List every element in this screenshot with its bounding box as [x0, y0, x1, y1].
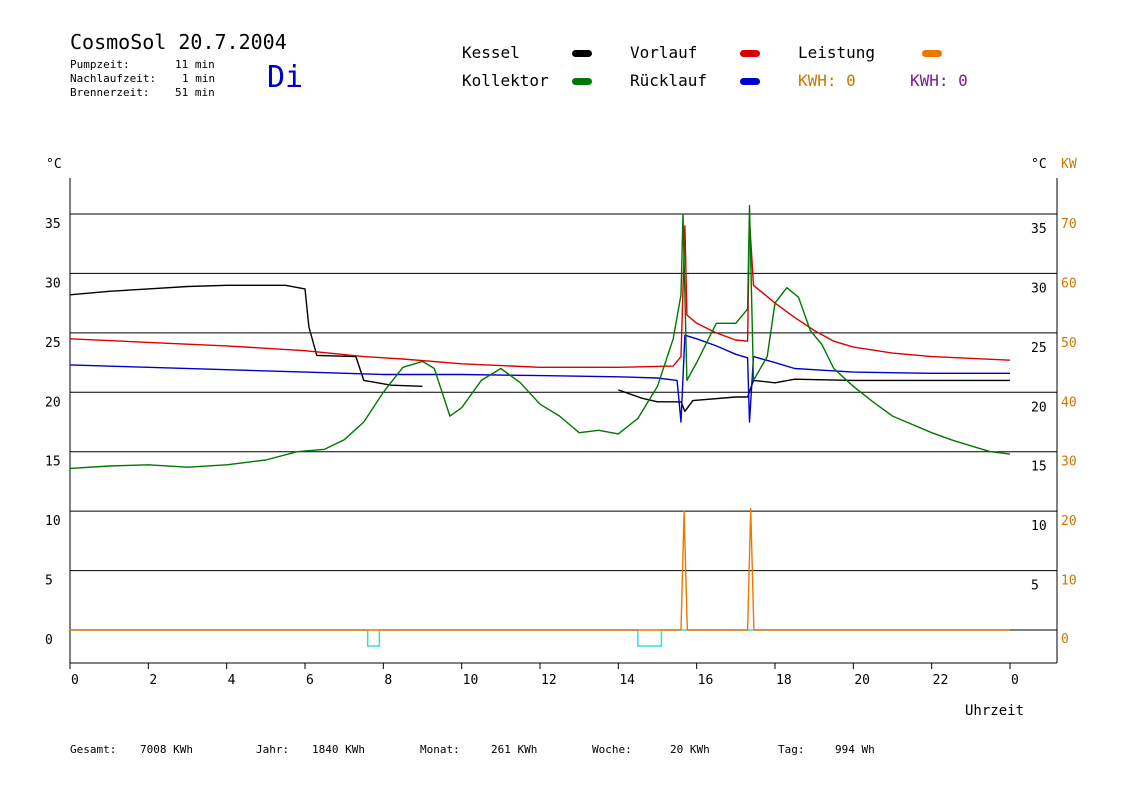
x-tick-label: 0: [1011, 673, 1019, 688]
footer-label: Gesamt:: [70, 743, 117, 756]
y-tick-right-kw: 20: [1061, 514, 1077, 529]
y-tick-right-kw: 70: [1061, 217, 1077, 232]
x-tick-label: 4: [228, 673, 236, 688]
y-tick-right-c: 35: [1031, 222, 1047, 237]
y-tick-right-kw: 0: [1061, 632, 1069, 647]
y-tick-left: 35: [45, 217, 61, 232]
x-tick-label: 14: [619, 673, 635, 688]
x-tick-label: 6: [306, 673, 314, 688]
x-axis-label: Uhrzeit: [965, 703, 1024, 719]
y-tick-left: 5: [45, 574, 53, 589]
y-tick-right-kw: 30: [1061, 455, 1077, 470]
x-tick-label: 12: [541, 673, 557, 688]
y-tick-left: 15: [45, 455, 61, 470]
x-tick-label: 20: [854, 673, 870, 688]
y-tick-right-c: 15: [1031, 460, 1047, 475]
y-tick-left: 25: [45, 336, 61, 351]
footer-value: 20 KWh: [670, 743, 710, 756]
footer-label: Jahr:: [256, 743, 290, 756]
x-tick-label: 2: [149, 673, 157, 688]
y-tick-right-c: 25: [1031, 341, 1047, 356]
y-axis-unit-right-c: °C: [1031, 157, 1047, 172]
y-axis-unit-right-kw: KW: [1061, 157, 1077, 172]
footer-value: 994 Wh: [835, 743, 875, 756]
y-tick-left: 20: [45, 395, 61, 410]
y-tick-right-kw: 40: [1061, 395, 1077, 410]
footer-label: Monat:: [420, 743, 460, 756]
footer-value: 261 KWh: [491, 743, 538, 756]
y-tick-right-kw: 50: [1061, 336, 1077, 351]
footer-value: 7008 KWh: [140, 743, 193, 756]
series-line-vorlauf: [69, 219, 1011, 368]
y-tick-right-c: 20: [1031, 400, 1047, 415]
series-line-kollektor: [69, 205, 1011, 470]
x-tick-label: 16: [698, 673, 714, 688]
series-line-rcklauf: [69, 334, 1010, 423]
series-line-leistung: [70, 508, 1010, 631]
y-tick-right-c: 30: [1031, 281, 1047, 296]
footer-value: 1840 KWh: [312, 743, 365, 756]
temperature-chart: 0 05 5 1010 10 2015 15 3020 20 4025 25 5030 30 6035 35…: [45, 157, 1077, 719]
y-tick-right-kw: 10: [1061, 574, 1077, 589]
x-tick-label: 8: [384, 673, 392, 688]
footer-label: Tag:: [778, 743, 805, 756]
x-tick-label: 22: [933, 673, 949, 688]
y-axis-unit-left: °C: [46, 157, 62, 172]
y-tick-right-kw: 60: [1061, 276, 1077, 291]
footer-label: Woche:: [592, 743, 632, 756]
y-tick-left: 30: [45, 276, 61, 291]
y-tick-right-c: 10: [1031, 519, 1047, 534]
x-tick-label: 18: [776, 673, 792, 688]
x-tick-label: 0: [71, 673, 79, 688]
y-tick-left: 0: [45, 633, 53, 648]
y-tick-right-c: 5: [1031, 579, 1039, 594]
pump-status-line: [70, 629, 1010, 647]
x-tick-label: 10: [463, 673, 479, 688]
y-tick-left: 10: [45, 514, 61, 529]
